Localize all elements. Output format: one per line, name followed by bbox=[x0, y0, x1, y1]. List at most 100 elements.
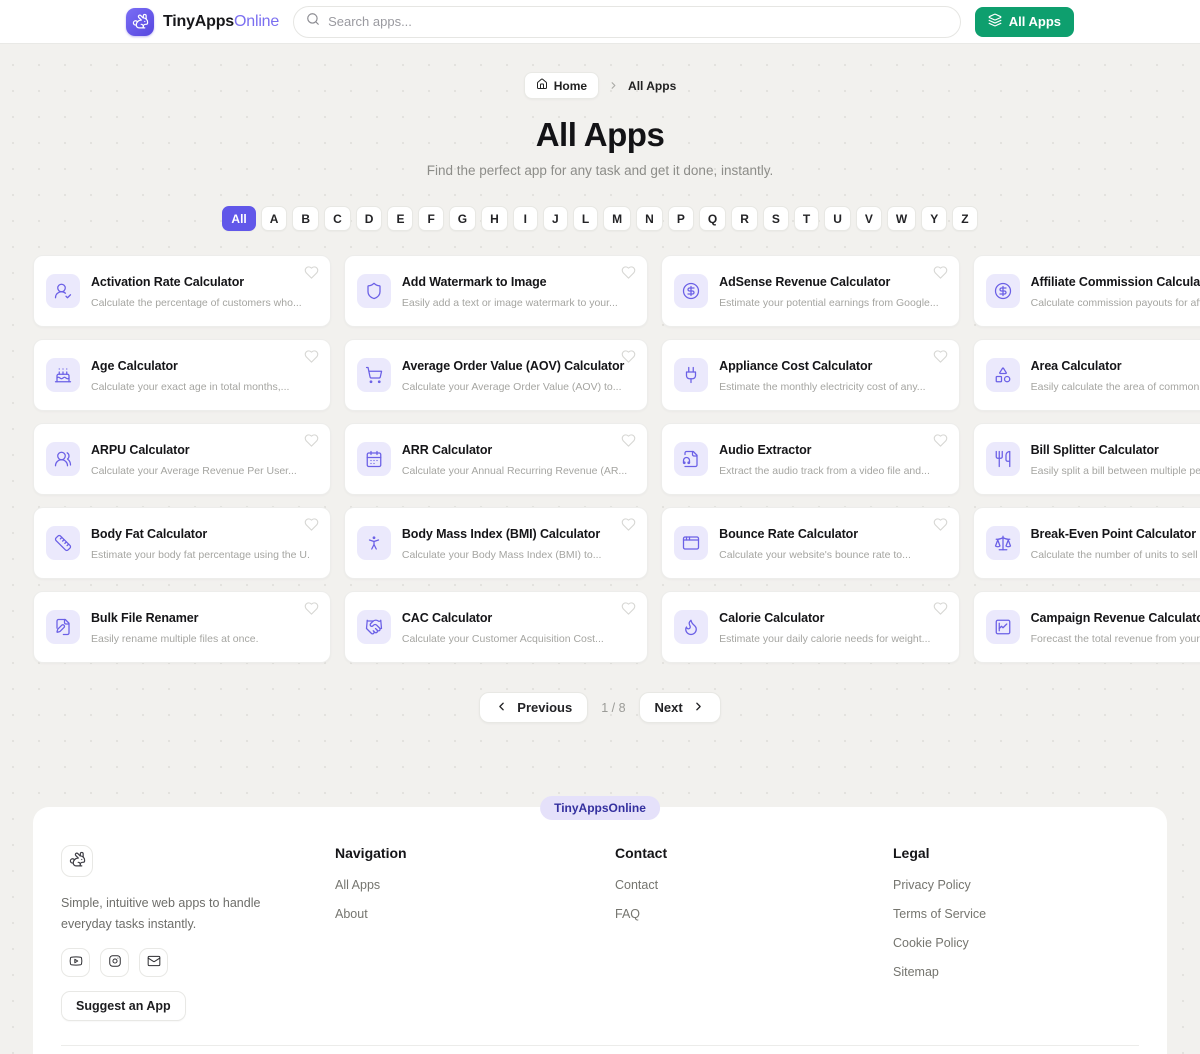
app-title: Bill Splitter Calculator bbox=[1031, 443, 1159, 457]
favorite-heart-icon[interactable] bbox=[933, 265, 948, 280]
favorite-heart-icon[interactable] bbox=[933, 601, 948, 616]
all-apps-button[interactable]: All Apps bbox=[975, 7, 1074, 37]
pagination: Previous 1 / 8 Next bbox=[0, 692, 1200, 723]
alphabet-filter-s[interactable]: S bbox=[763, 206, 789, 231]
search-input[interactable] bbox=[328, 14, 948, 29]
footer-link-privacy-policy[interactable]: Privacy Policy bbox=[893, 878, 1139, 892]
instagram-icon bbox=[108, 954, 122, 971]
app-title: Break-Even Point Calculator bbox=[1031, 527, 1196, 541]
alphabet-filter-l[interactable]: L bbox=[573, 206, 598, 231]
app-card[interactable]: Bounce Rate CalculatorCalculate your web… bbox=[661, 507, 959, 579]
alphabet-filter-y[interactable]: Y bbox=[921, 206, 947, 231]
app-card[interactable]: Add Watermark to ImageEasily add a text … bbox=[344, 255, 648, 327]
favorite-heart-icon[interactable] bbox=[304, 517, 319, 532]
alphabet-filter-q[interactable]: Q bbox=[699, 206, 726, 231]
instagram-button[interactable] bbox=[100, 948, 129, 977]
utensils-icon bbox=[986, 442, 1020, 476]
app-card[interactable]: Affiliate Commission CalculatorCalculate… bbox=[973, 255, 1200, 327]
cart-icon bbox=[357, 358, 391, 392]
app-card[interactable]: CAC CalculatorCalculate your Customer Ac… bbox=[344, 591, 648, 663]
rabbit-logo-icon bbox=[126, 8, 154, 36]
app-description: Easily rename multiple files at once. bbox=[91, 633, 310, 645]
app-card[interactable]: Campaign Revenue CalculatorForecast the … bbox=[973, 591, 1200, 663]
favorite-heart-icon[interactable] bbox=[933, 433, 948, 448]
alphabet-filter-j[interactable]: J bbox=[543, 206, 568, 231]
footer-link-all-apps[interactable]: All Apps bbox=[335, 878, 615, 892]
app-description: Easily add a text or image watermark to … bbox=[402, 297, 627, 309]
footer-link-terms-of-service[interactable]: Terms of Service bbox=[893, 907, 1139, 921]
alphabet-filter-v[interactable]: V bbox=[856, 206, 882, 231]
app-card[interactable]: Calorie CalculatorEstimate your daily ca… bbox=[661, 591, 959, 663]
alphabet-filter-a[interactable]: A bbox=[261, 206, 288, 231]
alphabet-filter-all[interactable]: All bbox=[222, 206, 255, 231]
alphabet-filter-u[interactable]: U bbox=[824, 206, 851, 231]
home-icon bbox=[536, 78, 548, 93]
alphabet-filter-n[interactable]: N bbox=[636, 206, 663, 231]
app-card[interactable]: Average Order Value (AOV) CalculatorCalc… bbox=[344, 339, 648, 411]
app-card[interactable]: Bill Splitter CalculatorEasily split a b… bbox=[973, 423, 1200, 495]
next-page-button[interactable]: Next bbox=[639, 692, 721, 723]
footer-link-about[interactable]: About bbox=[335, 907, 615, 921]
app-title: Average Order Value (AOV) Calculator bbox=[402, 359, 624, 373]
alphabet-filter-c[interactable]: C bbox=[324, 206, 351, 231]
alphabet-filter-g[interactable]: G bbox=[449, 206, 476, 231]
breadcrumb-current: All Apps bbox=[628, 79, 676, 93]
brand-home-link[interactable]: TinyAppsOnline bbox=[126, 8, 279, 36]
app-card[interactable]: ARR CalculatorCalculate your Annual Recu… bbox=[344, 423, 648, 495]
alphabet-filter-i[interactable]: I bbox=[513, 206, 538, 231]
app-card[interactable]: Break-Even Point CalculatorCalculate the… bbox=[973, 507, 1200, 579]
shapes-icon bbox=[986, 358, 1020, 392]
app-card[interactable]: Body Mass Index (BMI) CalculatorCalculat… bbox=[344, 507, 648, 579]
favorite-heart-icon[interactable] bbox=[621, 265, 636, 280]
favorite-heart-icon[interactable] bbox=[933, 349, 948, 364]
browser-window-icon bbox=[674, 526, 708, 560]
favorite-heart-icon[interactable] bbox=[621, 433, 636, 448]
app-card[interactable]: Appliance Cost CalculatorEstimate the mo… bbox=[661, 339, 959, 411]
app-description: Calculate commission payouts for affilia… bbox=[1031, 297, 1200, 309]
app-card[interactable]: Age CalculatorCalculate your exact age i… bbox=[33, 339, 331, 411]
footer-link-cookie-policy[interactable]: Cookie Policy bbox=[893, 936, 1139, 950]
alphabet-filter-m[interactable]: M bbox=[603, 206, 631, 231]
app-card[interactable]: Audio ExtractorExtract the audio track f… bbox=[661, 423, 959, 495]
favorite-heart-icon[interactable] bbox=[304, 601, 319, 616]
footer-link-faq[interactable]: FAQ bbox=[615, 907, 893, 921]
favorite-heart-icon[interactable] bbox=[304, 433, 319, 448]
alphabet-filter-d[interactable]: D bbox=[356, 206, 383, 231]
footer-rabbit-logo-button[interactable] bbox=[61, 845, 93, 877]
app-card[interactable]: Activation Rate CalculatorCalculate the … bbox=[33, 255, 331, 327]
alphabet-filter-p[interactable]: P bbox=[668, 206, 694, 231]
footer-column-heading: Contact bbox=[615, 845, 893, 861]
app-card[interactable]: AdSense Revenue CalculatorEstimate your … bbox=[661, 255, 959, 327]
alphabet-filter-t[interactable]: T bbox=[794, 206, 819, 231]
alphabet-filter-b[interactable]: B bbox=[292, 206, 319, 231]
footer-description: Simple, intuitive web apps to handle eve… bbox=[61, 893, 296, 934]
footer-column-legal: LegalPrivacy PolicyTerms of ServiceCooki… bbox=[893, 845, 1139, 1021]
favorite-heart-icon[interactable] bbox=[621, 517, 636, 532]
alphabet-filter-f[interactable]: F bbox=[418, 206, 443, 231]
mail-button[interactable] bbox=[139, 948, 168, 977]
favorite-heart-icon[interactable] bbox=[621, 349, 636, 364]
alphabet-filter-e[interactable]: E bbox=[387, 206, 413, 231]
favorite-heart-icon[interactable] bbox=[304, 265, 319, 280]
alphabet-filter-h[interactable]: H bbox=[481, 206, 508, 231]
footer-link-contact[interactable]: Contact bbox=[615, 878, 893, 892]
previous-page-button[interactable]: Previous bbox=[479, 692, 588, 723]
breadcrumb-home[interactable]: Home bbox=[524, 72, 599, 99]
favorite-heart-icon[interactable] bbox=[304, 349, 319, 364]
footer-link-sitemap[interactable]: Sitemap bbox=[893, 965, 1139, 979]
app-card[interactable]: Bulk File RenamerEasily rename multiple … bbox=[33, 591, 331, 663]
alphabet-filter-z[interactable]: Z bbox=[952, 206, 977, 231]
app-card[interactable]: ARPU CalculatorCalculate your Average Re… bbox=[33, 423, 331, 495]
alphabet-filter-w[interactable]: W bbox=[887, 206, 916, 231]
alphabet-filter-r[interactable]: R bbox=[731, 206, 758, 231]
app-card[interactable]: Area CalculatorEasily calculate the area… bbox=[973, 339, 1200, 411]
app-card[interactable]: Body Fat CalculatorEstimate your body fa… bbox=[33, 507, 331, 579]
app-description: Estimate your potential earnings from Go… bbox=[719, 297, 938, 309]
suggest-app-button[interactable]: Suggest an App bbox=[61, 991, 186, 1021]
search-bar[interactable] bbox=[293, 6, 961, 38]
app-title: Calorie Calculator bbox=[719, 611, 824, 625]
app-title: Body Mass Index (BMI) Calculator bbox=[402, 527, 600, 541]
favorite-heart-icon[interactable] bbox=[621, 601, 636, 616]
favorite-heart-icon[interactable] bbox=[933, 517, 948, 532]
youtube-button[interactable] bbox=[61, 948, 90, 977]
